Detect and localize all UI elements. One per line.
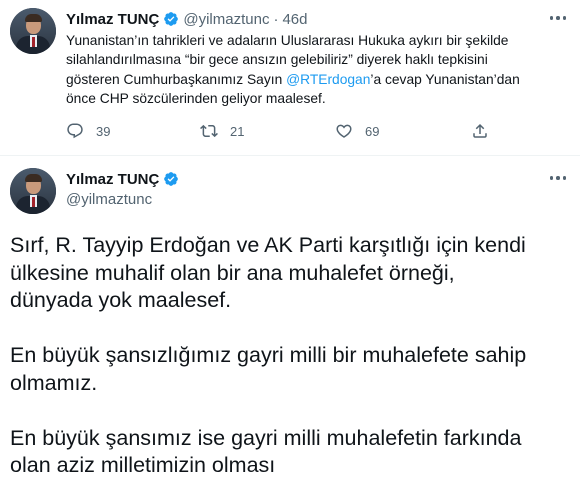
timestamp[interactable]: 46d — [282, 11, 307, 28]
tweet-text-fragment: ’a cevap Yunanistan’dan — [370, 71, 520, 87]
avatar[interactable] — [10, 168, 56, 214]
verified-badge-icon — [164, 12, 179, 26]
retweet-button[interactable]: 21 — [200, 119, 244, 143]
separator: · — [273, 10, 279, 28]
like-count: 69 — [365, 123, 380, 139]
reply-button[interactable]: 39 — [66, 119, 110, 143]
tweet-text-line: En büyük şansızlığımız gayri milli bir m… — [10, 343, 527, 367]
divider — [0, 155, 580, 156]
author-name[interactable]: Yılmaz TUNÇ — [66, 11, 159, 28]
tweet-text: Yunanistan’ın tahrikleri ve adaların Ulu… — [66, 31, 566, 109]
tweet-text-line: olan aziz milletimizin olması — [10, 453, 276, 477]
tweet-actions: 39 21 69 — [66, 119, 496, 143]
tweet-text-line: dünyada yok maalesef. — [10, 288, 232, 312]
tweet-header: Yılmaz TUNÇ @yilmaztunc · 46d — [66, 10, 307, 28]
like-button[interactable]: 69 — [335, 119, 379, 143]
tweet-text-line: Sırf, R. Tayyip Erdoğan ve AK Parti karş… — [10, 233, 526, 257]
tweet-text-fragment: gösteren Cumhurbaşkanımız Sayın — [66, 71, 287, 87]
tweet-text-line: ülkesine muhalif olan bir ana muhalefet … — [10, 260, 455, 285]
author-handle[interactable]: @yilmaztunc — [66, 191, 152, 208]
more-icon[interactable] — [546, 166, 570, 190]
tweet-text-line: silahlandırılmasına “bir gece ansızın ge… — [66, 52, 488, 68]
like-icon — [336, 124, 352, 138]
verified-badge-icon — [164, 172, 179, 186]
more-icon[interactable] — [546, 6, 570, 30]
retweet-icon — [200, 124, 218, 138]
mention-link[interactable]: @RTErdogan — [286, 72, 370, 87]
share-button[interactable] — [471, 119, 489, 143]
tweet-text-line: gösteren Cumhurbaşkanımız Sayın @RTErdog… — [66, 70, 566, 89]
author-name[interactable]: Yılmaz TUNÇ — [66, 171, 159, 188]
tweet-text-line: olmamız. — [10, 370, 98, 395]
reply-count: 39 — [96, 123, 111, 139]
share-icon — [473, 123, 487, 138]
tweet-reply-context[interactable]: Yılmaz TUNÇ @yilmaztunc · 46d Yunanistan… — [0, 0, 580, 155]
tweet-text-line: Yunanistan’ın tahrikleri ve adaların Ulu… — [66, 33, 509, 48]
tweet-text-line: En büyük şansımız ise gayri milli muhale… — [10, 425, 522, 450]
tweet-text: Sırf, R. Tayyip Erdoğan ve AK Parti karş… — [10, 232, 575, 480]
tweet-text-line: önce CHP sözcülerinden geliyor maalesef. — [66, 91, 326, 107]
avatar[interactable] — [10, 8, 56, 54]
tweet-header: Yılmaz TUNÇ — [66, 169, 179, 189]
author-handle[interactable]: @yilmaztunc — [183, 11, 269, 28]
reply-icon — [67, 123, 83, 139]
retweet-count: 21 — [230, 123, 245, 139]
